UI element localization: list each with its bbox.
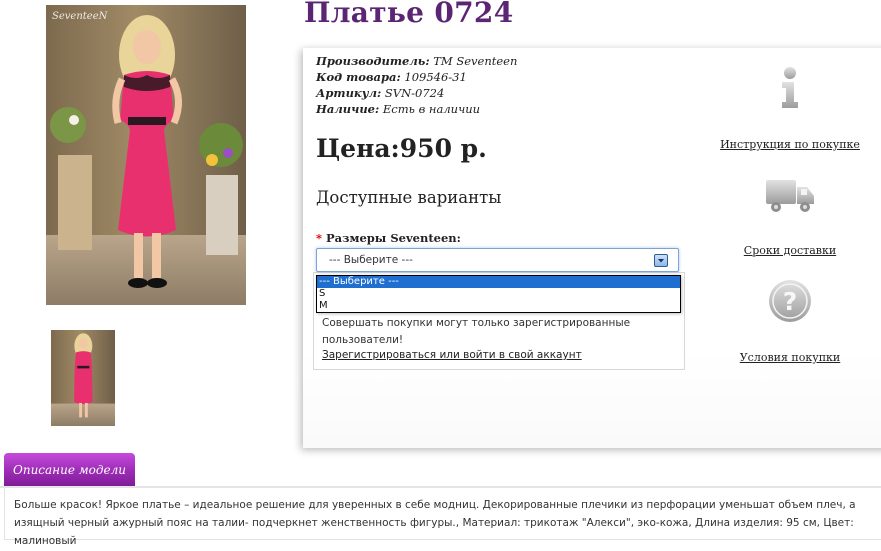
size-select[interactable]: --- Выберите --- [316, 248, 679, 272]
meta-product-code: Код товара: 109546-31 [316, 70, 467, 84]
product-main-photo[interactable]: SeventeeN [46, 5, 246, 305]
product-price: Цена:950 р. [316, 134, 487, 163]
product-meta-list: Производитель: TM Seventeen Код товара: … [316, 53, 517, 117]
model-description-text: Больше красок! Яркое платье – идеальное … [14, 499, 856, 547]
meta-article: Артикул: SVN-0724 [316, 86, 445, 100]
delivery-terms-link[interactable]: Сроки доставки [705, 244, 875, 257]
size-option-m[interactable]: M [317, 300, 680, 312]
chevron-down-icon[interactable] [654, 254, 668, 267]
truck-icon [766, 180, 814, 212]
sidebar-item-delivery[interactable]: Сроки доставки [705, 176, 875, 257]
product-title: Платье 0724 [304, 0, 514, 29]
size-option-placeholder[interactable]: --- Выберите --- [317, 276, 680, 288]
size-option-s[interactable]: S [317, 288, 680, 300]
login-notice: Совершать покупки могут только зарегистр… [322, 317, 631, 346]
purchase-terms-link[interactable]: Условия покупки [705, 351, 875, 364]
variants-heading: Доступные варианты [316, 188, 502, 207]
question-icon: ? [769, 280, 811, 322]
meta-manufacturer: Производитель: TM Seventeen [316, 54, 518, 68]
instructions-link[interactable]: Инструкция по покупке [705, 138, 875, 151]
size-select-label: * Размеры Seventeen: [316, 231, 461, 245]
svg-text:?: ? [783, 287, 798, 316]
sidebar-item-purchase-terms[interactable]: ? Условия покупки [705, 278, 875, 368]
register-login-link[interactable]: Зарегистрироваться или войти в свой акка… [322, 349, 582, 361]
photo-watermark: SeventeeN [52, 11, 108, 22]
sidebar-item-instructions[interactable]: Инструкция по покупке [705, 66, 875, 156]
info-icon [782, 67, 798, 108]
model-description-panel: Больше красок! Яркое платье – идеальное … [4, 488, 881, 547]
product-thumbnail[interactable] [51, 330, 115, 426]
product-info-panel: Производитель: TM Seventeen Код товара: … [303, 48, 881, 448]
meta-availability: Наличие: Есть в наличии [316, 102, 481, 116]
required-mark: * [316, 231, 323, 245]
size-select-value: --- Выберите --- [329, 254, 413, 266]
size-options-list: --- Выберите --- S M [316, 275, 681, 313]
tab-model-description[interactable]: Описание модели [4, 453, 135, 487]
